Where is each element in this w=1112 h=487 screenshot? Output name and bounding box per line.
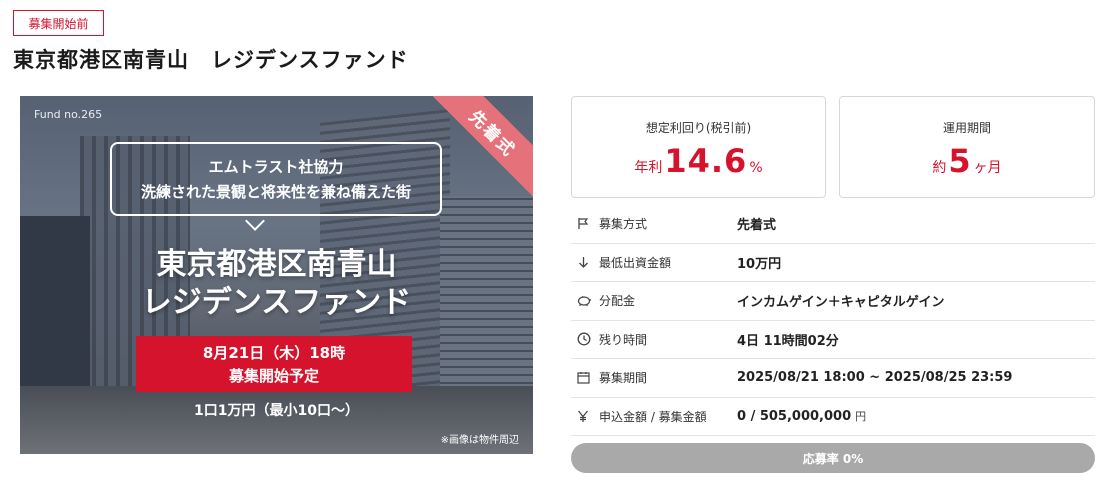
bubble-line: 洗練された景観と将来性を兼ね備えた街 [140, 183, 411, 201]
yield-prefix: 年利 [634, 160, 663, 176]
yield-suffix: % [749, 160, 763, 176]
period-value-group: 約 5 ヶ月 [840, 142, 1094, 180]
yen-icon [571, 410, 599, 423]
period-card: 運用期間 約 5 ヶ月 [839, 96, 1095, 198]
amount-value: 0 / 505,000,000 [737, 409, 852, 425]
hero-title-line: レジデンスファンド [141, 285, 412, 320]
hero-title: 東京都港区南青山 レジデンスファンド [20, 246, 533, 322]
unit-price-text: 1口1万円（最小10口〜） [194, 403, 359, 419]
info-row-amount: 申込金額 / 募集金額 0 / 505,000,000 円 [571, 398, 1095, 436]
fund-hero-image: Fund no.265 先着式 エムトラスト社協力 洗練された景観と将来性を兼ね… [20, 96, 533, 454]
period-value: 5 [948, 142, 972, 180]
yield-value: 14.6 [664, 142, 748, 180]
piggy-bank-icon [571, 294, 599, 307]
amount-unit: 円 [855, 410, 867, 424]
start-date: 8月21日（木）18時 [202, 344, 346, 362]
info-row-distribution: 分配金 インカムゲイン＋キャピタルゲイン [571, 282, 1095, 321]
start-date-caption: 募集開始予定 [228, 367, 319, 385]
info-label: 最低出資金額 [599, 255, 672, 270]
status-badge: 募集開始前 [13, 10, 104, 36]
yield-card: 想定利回り(税引前) 年利 14.6 % [571, 96, 826, 198]
flag-icon [571, 217, 599, 230]
info-label: 申込金額 / 募集金額 [599, 409, 707, 424]
start-date-banner: 8月21日（木）18時 募集開始予定 [136, 336, 412, 392]
info-value: 4日 11時間02分 [737, 333, 839, 349]
image-note: ※画像は物件周辺 [440, 435, 519, 446]
info-row-remaining-time: 残り時間 4日 11時間02分 [571, 321, 1095, 359]
period-prefix: 約 [932, 160, 947, 176]
arrow-down-icon [571, 256, 599, 269]
fund-number: Fund no.265 [34, 108, 103, 121]
application-rate-label: 応募率 0% [802, 451, 864, 466]
info-label: 残り時間 [599, 332, 648, 347]
info-label: 募集方式 [599, 217, 648, 232]
info-label: 募集期間 [599, 371, 648, 386]
info-value: 2025/08/21 18:00 ~ 2025/08/25 23:59 [737, 370, 1013, 386]
period-suffix: ヶ月 [973, 160, 1002, 176]
clock-icon [571, 332, 599, 346]
page-title: 東京都港区南青山 レジデンスファンド [13, 48, 409, 72]
yield-value-group: 年利 14.6 % [572, 142, 825, 180]
bubble-line: エムトラスト社協力 [208, 158, 344, 176]
info-row-min-investment: 最低出資金額 10万円 [571, 244, 1095, 282]
period-label: 運用期間 [942, 121, 991, 135]
info-value: 先着式 [737, 218, 777, 234]
calendar-icon [571, 371, 599, 384]
info-value: インカムゲイン＋キャピタルゲイン [737, 295, 945, 311]
info-row-recruit-method: 募集方式 先着式 [571, 205, 1095, 244]
fund-info-list: 募集方式 先着式 最低出資金額 10万円 分配金 インカムゲイン＋キャピタルゲイ… [571, 205, 1095, 436]
info-label: 分配金 [599, 294, 636, 309]
hero-title-line: 東京都港区南青山 [156, 247, 397, 282]
speech-bubble: エムトラスト社協力 洗練された景観と将来性を兼ね備えた街 [110, 142, 442, 216]
info-row-recruit-period: 募集期間 2025/08/21 18:00 ~ 2025/08/25 23:59 [571, 359, 1095, 398]
info-value: 10万円 [737, 256, 782, 272]
application-rate-bar: 応募率 0% [571, 443, 1095, 473]
yield-label: 想定利回り(税引前) [645, 121, 752, 135]
info-value: 0 / 505,000,000 円 [737, 408, 866, 424]
